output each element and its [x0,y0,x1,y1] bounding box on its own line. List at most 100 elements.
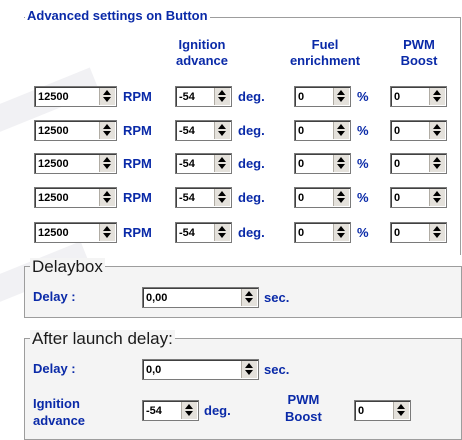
spin-down-icon[interactable] [337,131,345,136]
fuel-enrichment-spin-buttons[interactable] [333,189,349,206]
spin-up-icon[interactable] [103,191,111,196]
spin-up-icon[interactable] [433,157,441,162]
fuel-enrichment-spinbox[interactable] [294,153,351,174]
pwm-boost-input[interactable] [392,223,430,242]
ignition-advance-spinbox[interactable] [175,86,232,107]
pwm-boost-spin-buttons[interactable] [429,122,445,139]
spin-up-icon[interactable] [337,226,345,231]
spin-up-icon[interactable] [103,226,111,231]
spin-up-icon[interactable] [185,404,193,409]
pwm-boost-spinbox[interactable] [390,86,447,107]
spin-down-icon[interactable] [337,198,345,203]
spin-down-icon[interactable] [103,198,111,203]
after-launch-ignition-spin-buttons[interactable] [181,402,197,419]
spin-up-icon[interactable] [103,90,111,95]
spin-down-icon[interactable] [337,97,345,102]
spin-up-icon[interactable] [337,191,345,196]
ignition-advance-input[interactable] [177,223,215,242]
spin-up-icon[interactable] [218,157,226,162]
spin-down-icon[interactable] [245,370,253,375]
ignition-advance-spinbox[interactable] [175,153,232,174]
ignition-advance-input[interactable] [177,121,215,140]
pwm-boost-input[interactable] [392,188,430,207]
spin-up-icon[interactable] [218,124,226,129]
after-launch-delay-spinbox[interactable] [142,359,259,380]
fuel-enrichment-input[interactable] [296,121,334,140]
spin-up-icon[interactable] [337,157,345,162]
spin-down-icon[interactable] [397,411,405,416]
fuel-enrichment-input[interactable] [296,223,334,242]
pwm-boost-spin-buttons[interactable] [429,189,445,206]
spin-down-icon[interactable] [433,97,441,102]
rpm-input[interactable] [36,154,100,173]
spin-up-icon[interactable] [397,404,405,409]
spin-down-icon[interactable] [218,164,226,169]
ignition-advance-input[interactable] [177,188,215,207]
pwm-boost-input[interactable] [392,154,430,173]
spin-down-icon[interactable] [218,131,226,136]
rpm-spinbox[interactable] [34,222,117,243]
after-launch-ignition-input[interactable] [144,401,182,420]
pwm-boost-spin-buttons[interactable] [429,88,445,105]
fuel-enrichment-spinbox[interactable] [294,120,351,141]
rpm-spinbox[interactable] [34,187,117,208]
pwm-boost-input[interactable] [392,121,430,140]
after-launch-ignition-spinbox[interactable] [142,400,199,421]
fuel-enrichment-spinbox[interactable] [294,86,351,107]
rpm-input[interactable] [36,87,100,106]
spin-up-icon[interactable] [218,90,226,95]
spin-up-icon[interactable] [337,124,345,129]
spin-up-icon[interactable] [103,124,111,129]
pwm-boost-spinbox[interactable] [390,222,447,243]
spin-down-icon[interactable] [218,97,226,102]
rpm-spin-buttons[interactable] [99,122,115,139]
ignition-advance-spin-buttons[interactable] [214,224,230,241]
spin-down-icon[interactable] [103,233,111,238]
after-launch-delay-input[interactable] [144,360,242,379]
ignition-advance-spinbox[interactable] [175,120,232,141]
pwm-boost-spinbox[interactable] [390,153,447,174]
spin-up-icon[interactable] [245,291,253,296]
after-launch-pwm-input[interactable] [356,401,394,420]
spin-down-icon[interactable] [245,298,253,303]
rpm-spinbox[interactable] [34,153,117,174]
spin-down-icon[interactable] [103,164,111,169]
spin-up-icon[interactable] [433,191,441,196]
spin-down-icon[interactable] [337,233,345,238]
delaybox-delay-input[interactable] [144,288,242,307]
rpm-input[interactable] [36,121,100,140]
spin-up-icon[interactable] [103,157,111,162]
fuel-enrichment-spin-buttons[interactable] [333,122,349,139]
spin-up-icon[interactable] [433,226,441,231]
spin-up-icon[interactable] [245,363,253,368]
rpm-input[interactable] [36,188,100,207]
ignition-advance-spin-buttons[interactable] [214,155,230,172]
pwm-boost-spinbox[interactable] [390,187,447,208]
after-launch-pwm-spinbox[interactable] [354,400,411,421]
ignition-advance-spinbox[interactable] [175,222,232,243]
rpm-input[interactable] [36,223,100,242]
spin-down-icon[interactable] [185,411,193,416]
ignition-advance-spin-buttons[interactable] [214,189,230,206]
fuel-enrichment-spin-buttons[interactable] [333,224,349,241]
pwm-boost-spin-buttons[interactable] [429,155,445,172]
pwm-boost-spin-buttons[interactable] [429,224,445,241]
spin-down-icon[interactable] [337,164,345,169]
ignition-advance-spin-buttons[interactable] [214,88,230,105]
spin-down-icon[interactable] [103,97,111,102]
ignition-advance-spin-buttons[interactable] [214,122,230,139]
rpm-spin-buttons[interactable] [99,88,115,105]
spin-down-icon[interactable] [433,131,441,136]
rpm-spinbox[interactable] [34,120,117,141]
rpm-spin-buttons[interactable] [99,224,115,241]
spin-down-icon[interactable] [218,233,226,238]
ignition-advance-input[interactable] [177,154,215,173]
spin-down-icon[interactable] [433,233,441,238]
rpm-spin-buttons[interactable] [99,189,115,206]
fuel-enrichment-input[interactable] [296,87,334,106]
pwm-boost-spinbox[interactable] [390,120,447,141]
after-launch-pwm-spin-buttons[interactable] [393,402,409,419]
spin-up-icon[interactable] [218,226,226,231]
fuel-enrichment-spin-buttons[interactable] [333,88,349,105]
delaybox-delay-spinbox[interactable] [142,287,259,308]
